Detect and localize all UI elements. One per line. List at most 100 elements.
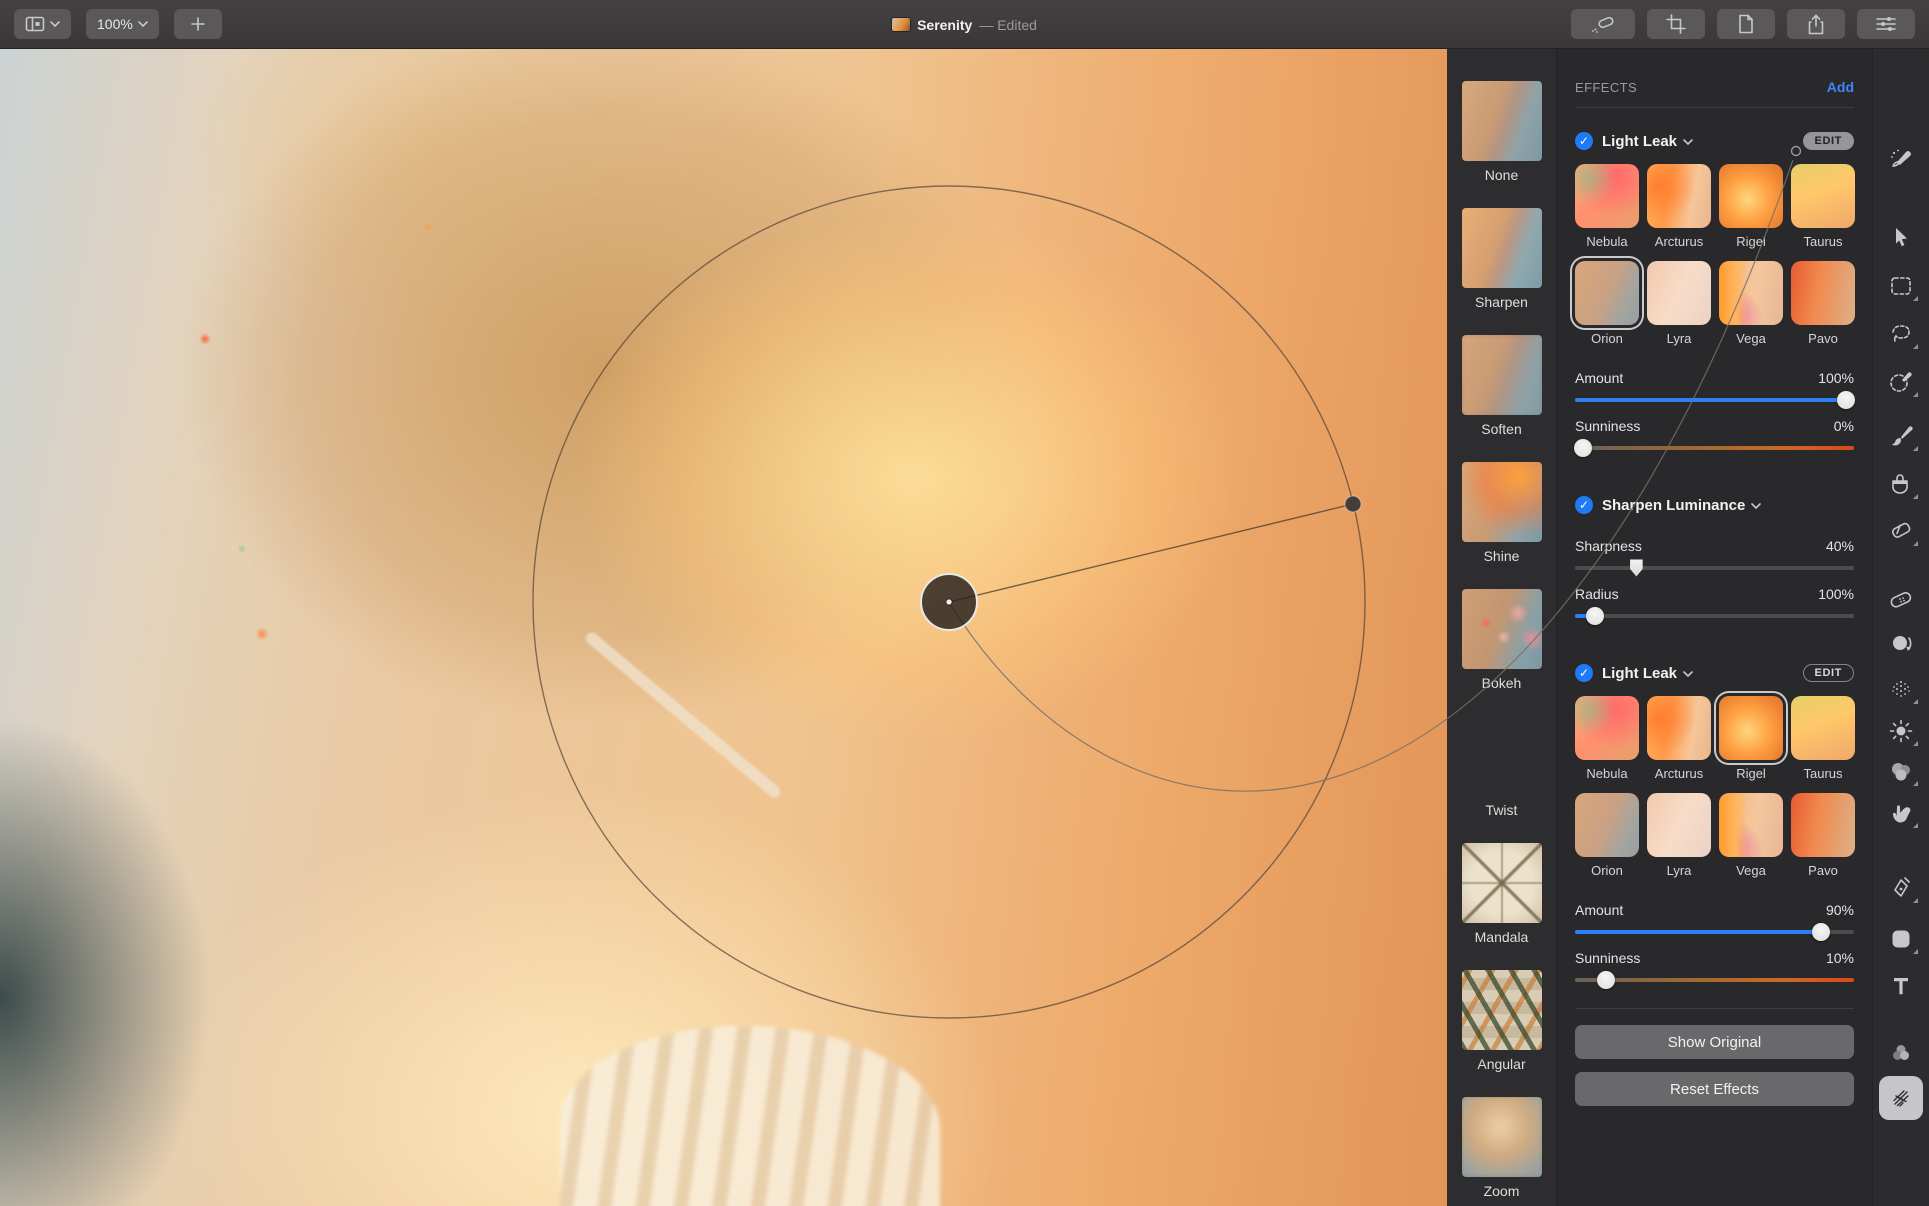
tool-clone[interactable] — [1883, 626, 1919, 662]
effect-enabled-checkbox[interactable]: ✓ — [1575, 664, 1593, 682]
chevron-down-icon[interactable] — [1683, 139, 1693, 145]
header-divider — [1575, 107, 1854, 108]
tool-grain[interactable] — [1883, 671, 1919, 707]
crop-tool-button[interactable] — [1647, 9, 1705, 39]
tool-eraser[interactable] — [1883, 513, 1919, 549]
amount-slider-track[interactable] — [1575, 923, 1854, 941]
strip-item-soften[interactable]: Soften — [1447, 335, 1556, 437]
preset-arcturus[interactable]: Arcturus — [1647, 696, 1711, 781]
reset-effects-button[interactable]: Reset Effects — [1575, 1072, 1854, 1106]
strip-item-none[interactable]: None — [1447, 81, 1556, 183]
sharpness-slider-thumb[interactable] — [1630, 559, 1643, 577]
strip-thumb-none[interactable] — [1461, 81, 1542, 161]
tool-paint-brush[interactable] — [1883, 418, 1919, 454]
preset-rigel[interactable]: Rigel — [1719, 164, 1783, 249]
strip-item-angular[interactable]: Angular — [1447, 970, 1556, 1072]
tool-free-select[interactable] — [1883, 316, 1919, 352]
new-document-button[interactable] — [1717, 9, 1775, 39]
amount-slider-thumb[interactable] — [1836, 391, 1855, 409]
quick-select-icon — [1890, 372, 1912, 392]
preset-orion[interactable]: Orion — [1575, 793, 1639, 878]
adjustments-button[interactable] — [1857, 9, 1915, 39]
preset-lyra[interactable]: Lyra — [1647, 793, 1711, 878]
section-title[interactable]: Light Leak — [1602, 665, 1677, 682]
strip-label: Sharpen — [1475, 294, 1528, 310]
radius-value: 100% — [1818, 586, 1854, 602]
strip-thumb-bokeh[interactable] — [1461, 589, 1542, 669]
preset-lyra[interactable]: Lyra — [1647, 261, 1711, 346]
tool-color-swatches[interactable] — [1883, 1035, 1919, 1071]
tool-effects-active[interactable] — [1879, 1076, 1923, 1120]
amount-slider-thumb[interactable] — [1811, 923, 1830, 941]
preset-pavo[interactable]: Pavo — [1791, 261, 1855, 346]
sunniness-slider-thumb[interactable] — [1574, 439, 1593, 457]
tool-pen[interactable] — [1883, 870, 1919, 906]
radius-slider-track[interactable] — [1575, 607, 1854, 625]
titlebar-right-group — [1571, 9, 1929, 39]
edit-button[interactable]: EDIT — [1802, 664, 1854, 682]
edit-button[interactable]: EDIT — [1802, 132, 1854, 150]
preset-grid: Nebula Arcturus Rigel Taurus Orion Lyra … — [1575, 164, 1855, 346]
chevron-down-icon[interactable] — [1683, 671, 1693, 677]
add-button[interactable] — [173, 9, 222, 39]
strip-thumb-sharpen[interactable] — [1461, 208, 1542, 288]
sunniness-slider-track[interactable] — [1574, 439, 1854, 457]
retouch-tool-button[interactable] — [1571, 9, 1635, 39]
amount-slider-track[interactable] — [1575, 391, 1855, 409]
preset-taurus[interactable]: Taurus — [1791, 164, 1855, 249]
zoom-level-button[interactable]: 100% — [86, 9, 159, 39]
tool-quick-select[interactable] — [1883, 364, 1919, 400]
effect-enabled-checkbox[interactable]: ✓ — [1575, 496, 1593, 514]
sharpness-slider-track[interactable] — [1575, 559, 1854, 577]
strip-item-shine[interactable]: Shine — [1447, 462, 1556, 564]
strip-item-bokeh[interactable]: Bokeh — [1447, 589, 1556, 691]
strip-thumb-soften[interactable] — [1461, 335, 1542, 415]
document-title: Serenity — [917, 16, 973, 33]
preset-nebula[interactable]: Nebula — [1575, 164, 1639, 249]
tool-repair[interactable] — [1883, 582, 1919, 618]
canvas[interactable] — [0, 49, 1447, 1206]
strip-label: Shine — [1483, 548, 1520, 564]
share-button[interactable] — [1787, 9, 1845, 39]
preset-vega[interactable]: Vega — [1719, 261, 1783, 346]
effects-panel-header: EFFECTS Add — [1575, 79, 1854, 95]
tool-style-brush[interactable] — [1883, 141, 1919, 177]
strip-item-zoom[interactable]: Zoom — [1447, 1097, 1556, 1199]
preset-taurus[interactable]: Taurus — [1791, 696, 1855, 781]
show-original-button[interactable]: Show Original — [1575, 1025, 1854, 1059]
sharpness-value: 40% — [1825, 538, 1854, 554]
effect-enabled-checkbox[interactable]: ✓ — [1575, 132, 1593, 150]
add-effect-link[interactable]: Add — [1827, 79, 1854, 95]
tool-arrange[interactable] — [1883, 219, 1919, 255]
strip-thumb-mandala[interactable] — [1461, 843, 1542, 923]
strip-thumb-angular[interactable] — [1461, 970, 1542, 1050]
sunniness-slider-thumb[interactable] — [1596, 971, 1615, 989]
chevron-down-icon[interactable] — [1751, 503, 1762, 509]
preset-arcturus[interactable]: Arcturus — [1647, 164, 1711, 249]
preset-vega[interactable]: Vega — [1719, 793, 1783, 878]
strip-thumb-twist[interactable] — [1462, 716, 1542, 796]
strip-item-sharpen[interactable]: Sharpen — [1447, 208, 1556, 310]
radius-slider-thumb[interactable] — [1585, 607, 1604, 625]
tool-rect-select[interactable] — [1883, 268, 1919, 304]
section-title[interactable]: Sharpen Luminance — [1602, 497, 1745, 514]
preset-orion-selected[interactable]: Orion — [1575, 261, 1639, 346]
sunniness-slider: Sunniness 0% — [1574, 418, 1854, 457]
tool-sponge[interactable] — [1883, 753, 1919, 789]
view-options-button[interactable] — [14, 9, 71, 39]
tool-fill-bucket[interactable] — [1883, 466, 1919, 502]
tool-type[interactable] — [1883, 968, 1919, 1004]
strip-thumb-zoom[interactable] — [1461, 1097, 1542, 1177]
section-title[interactable]: Light Leak — [1602, 133, 1677, 150]
tool-light[interactable] — [1883, 713, 1919, 749]
preset-nebula[interactable]: Nebula — [1575, 696, 1639, 781]
paint-brush-icon — [1891, 426, 1913, 446]
strip-item-mandala[interactable]: Mandala — [1447, 843, 1556, 945]
tool-warp[interactable] — [1883, 795, 1919, 831]
strip-item-twist[interactable]: Twist — [1447, 716, 1556, 818]
tool-shape[interactable] — [1883, 921, 1919, 957]
strip-thumb-shine[interactable] — [1461, 462, 1542, 542]
sunniness-slider-track[interactable] — [1575, 971, 1854, 989]
preset-rigel-selected[interactable]: Rigel — [1719, 696, 1783, 781]
preset-pavo[interactable]: Pavo — [1791, 793, 1855, 878]
